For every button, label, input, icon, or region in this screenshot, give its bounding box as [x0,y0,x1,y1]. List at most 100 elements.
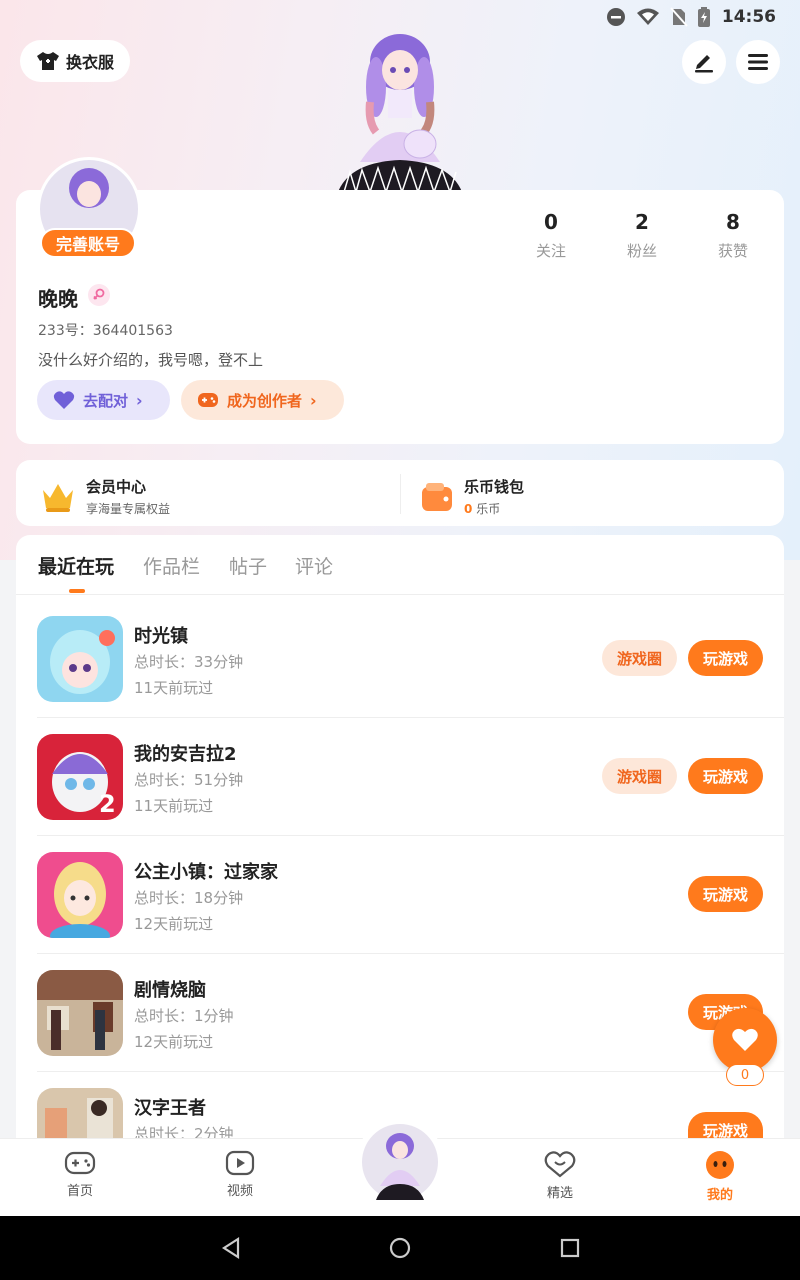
stat-label: 粉丝 [626,242,657,260]
heart-icon [53,391,75,409]
wallet[interactable]: 乐币钱包 0 乐币 [420,476,524,517]
play-game-button[interactable]: 玩游戏 [688,876,763,912]
edit-button[interactable] [682,40,726,84]
avatar-image [362,1124,438,1200]
wallet-icon [422,482,452,511]
pencil-icon [695,55,713,73]
svg-text:2: 2 [99,790,116,818]
game-circle-button[interactable]: 游戏圈 [602,640,677,676]
stat-likes[interactable]: 8 获赞 [698,210,768,261]
game-last-played: 11天前玩过 [134,797,214,815]
play-game-button[interactable]: 玩游戏 [688,1112,763,1138]
game-last-played: 12天前玩过 [134,915,214,933]
tab-posts[interactable]: 帖子 [229,552,267,579]
vip-divider [400,474,401,514]
wardrobe-button[interactable]: 换衣服 [20,40,130,82]
menu-button[interactable] [736,40,780,84]
shirt-icon [36,52,59,70]
game-duration: 总时长：18分钟 [134,889,244,907]
stat-label: 关注 [535,242,566,260]
game-icon-shiguangzhen[interactable] [37,616,123,702]
game-title: 时光镇 [134,626,188,647]
clock: 14:56 [721,7,776,27]
game-duration: 总时长：33分钟 [134,653,244,671]
member-title: 会员中心 [86,478,147,496]
tab-divider [16,594,784,595]
face-icon [706,1151,734,1179]
game-circle-button[interactable]: 游戏圈 [602,758,677,794]
tab-recent[interactable]: 最近在玩 [38,552,114,579]
game-title: 汉字王者 [134,1098,206,1119]
nav-featured[interactable]: 精选 [520,1150,600,1201]
game-duration: 总时长：2分钟 [134,1125,234,1138]
nav-home[interactable]: 首页 [40,1150,120,1199]
complete-account-badge[interactable]: 完善账号 [40,228,136,258]
like-fab[interactable] [713,1008,777,1072]
game-title: 我的安吉拉2 [134,744,237,765]
stat-value: 8 [726,210,740,234]
creator-label: 成为创作者 [227,391,303,410]
become-creator-button[interactable]: 成为创作者 › [181,380,344,420]
stat-label: 获赞 [717,242,748,260]
stat-value: 0 [544,210,558,234]
tab-works[interactable]: 作品栏 [143,552,200,579]
nav-mine[interactable]: 我的 [680,1150,760,1203]
game-icon-drama-brain[interactable] [37,970,123,1056]
username: 晚晚 [38,287,78,311]
recents-icon[interactable] [560,1238,580,1258]
dnd-icon [606,8,625,26]
game-icon-princess-town[interactable] [37,852,123,938]
tab-comments[interactable]: 评论 [295,552,333,579]
game-duration: 总时长：1分钟 [134,1007,234,1025]
game-duration: 总时长：51分钟 [134,771,244,789]
nav-label: 首页 [66,1184,93,1199]
member-subtitle: 享海量专属权益 [86,502,171,516]
video-icon [225,1150,255,1176]
user-id: 233号：364401563 [38,323,173,339]
game-title: 公主小镇：过家家 [134,862,278,883]
row-divider [37,1071,784,1072]
home-icon[interactable] [388,1236,412,1260]
character-figure [338,34,462,192]
wallet-unit: 乐币 [476,502,501,516]
crown-icon [43,483,73,512]
row-divider [37,717,784,718]
wallet-amount: 0 [464,502,473,516]
nav-label: 视频 [226,1184,253,1199]
nav-video[interactable]: 视频 [200,1150,280,1199]
game-last-played: 12天前玩过 [134,1033,214,1051]
stat-value: 2 [635,210,649,234]
wardrobe-label: 换衣服 [65,53,114,72]
member-center[interactable]: 会员中心 享海量专属权益 [40,476,170,517]
female-gender-icon [88,284,110,306]
row-divider [37,835,784,836]
heart-chat-icon [544,1151,576,1178]
hamburger-icon [748,54,768,70]
battery-icon [697,7,710,27]
game-icon-angela2[interactable]: 2 [37,734,123,820]
nav-label: 精选 [546,1186,573,1201]
tab-indicator [69,589,85,593]
match-button[interactable]: 去配对 › [37,380,170,420]
back-icon[interactable] [220,1236,242,1260]
nav-label: 我的 [706,1188,733,1203]
user-bio: 没什么好介绍的，我号嗯，登不上 [38,351,264,369]
game-icon-hanzi-king[interactable] [37,1088,123,1138]
stat-following[interactable]: 0 关注 [516,210,586,261]
game-last-played: 11天前玩过 [134,679,214,697]
like-count: 0 [726,1064,764,1086]
row-divider [37,953,784,954]
gamepad-icon [64,1151,96,1175]
stat-fans[interactable]: 2 粉丝 [607,210,677,261]
no-sim-icon [670,7,688,27]
wifi-icon [636,8,659,25]
wallet-title: 乐币钱包 [464,478,525,496]
play-game-button[interactable]: 玩游戏 [688,640,763,676]
nav-avatar-button[interactable] [356,1118,444,1206]
play-game-button[interactable]: 玩游戏 [688,758,763,794]
chevron-right-icon: › [310,390,317,410]
game-title: 剧情烧脑 [134,980,206,1001]
gamepad-icon [198,393,218,407]
chevron-right-icon: › [136,390,143,410]
match-label: 去配对 [83,391,129,410]
